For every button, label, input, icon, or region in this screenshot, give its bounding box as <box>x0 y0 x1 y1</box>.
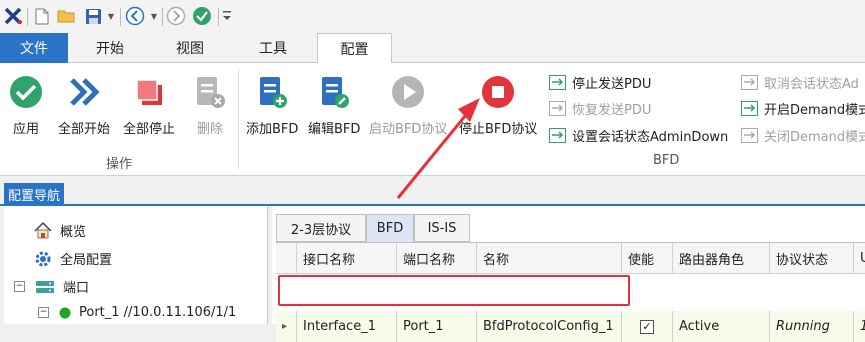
annotation-arrow <box>396 98 480 199</box>
